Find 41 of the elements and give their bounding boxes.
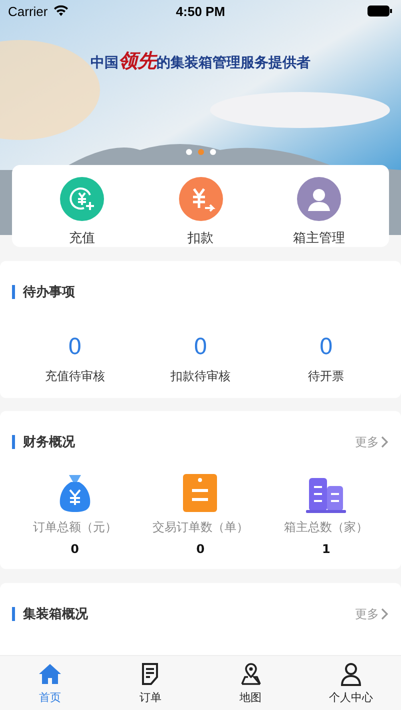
- tab[interactable]: 订单: [100, 656, 200, 710]
- user-icon: [338, 662, 363, 686]
- tab[interactable]: 首页: [0, 656, 100, 710]
- section-marker: [12, 285, 15, 299]
- stat-label: 扣款待审核: [170, 368, 230, 385]
- yen-icon: [178, 177, 222, 221]
- tab[interactable]: 地图: [200, 656, 301, 710]
- quick-action[interactable]: 充值: [32, 177, 132, 247]
- home-icon: [38, 662, 62, 686]
- quick-action[interactable]: 箱主管理: [269, 177, 369, 247]
- section-title: 集装箱概况: [23, 606, 88, 623]
- chevron-right-icon: [381, 436, 389, 448]
- tab[interactable]: 个人中心: [300, 656, 401, 710]
- building-icon: [306, 477, 346, 513]
- yen-icon: [60, 177, 104, 221]
- chevron-right-icon: [381, 608, 389, 620]
- stat-label: 订单总额（元）: [32, 519, 117, 536]
- person-icon: [297, 177, 341, 221]
- stat-label: 充值待审核: [44, 368, 105, 385]
- section-title: 财务概况: [23, 434, 75, 451]
- carrier-label: Carrier: [8, 4, 48, 18]
- stat-value: 0: [70, 542, 79, 556]
- banner-slogan: 中国领先的集装箱管理服务提供者: [90, 49, 312, 74]
- wifi-icon: [52, 5, 69, 17]
- clipboard-icon: [182, 473, 218, 513]
- stat-label: 待开票: [308, 368, 344, 385]
- stat-label: 交易订单数（单）: [152, 519, 248, 536]
- stat-value: 0: [196, 542, 205, 556]
- battery-icon: [367, 5, 393, 17]
- stat-value: 1: [322, 542, 330, 556]
- count: 0: [193, 335, 208, 360]
- count: 0: [68, 335, 82, 360]
- section-marker: [12, 607, 15, 621]
- money-bag-icon: [58, 473, 92, 513]
- map-pin-icon: [238, 662, 263, 686]
- section-title: 待办事项: [23, 284, 75, 301]
- stat-label: 箱主总数（家）: [284, 519, 368, 536]
- section-marker: [12, 435, 15, 449]
- status-time: 4:50 PM: [176, 4, 226, 18]
- count: 0: [319, 335, 334, 360]
- quick-action[interactable]: 扣款: [150, 177, 250, 247]
